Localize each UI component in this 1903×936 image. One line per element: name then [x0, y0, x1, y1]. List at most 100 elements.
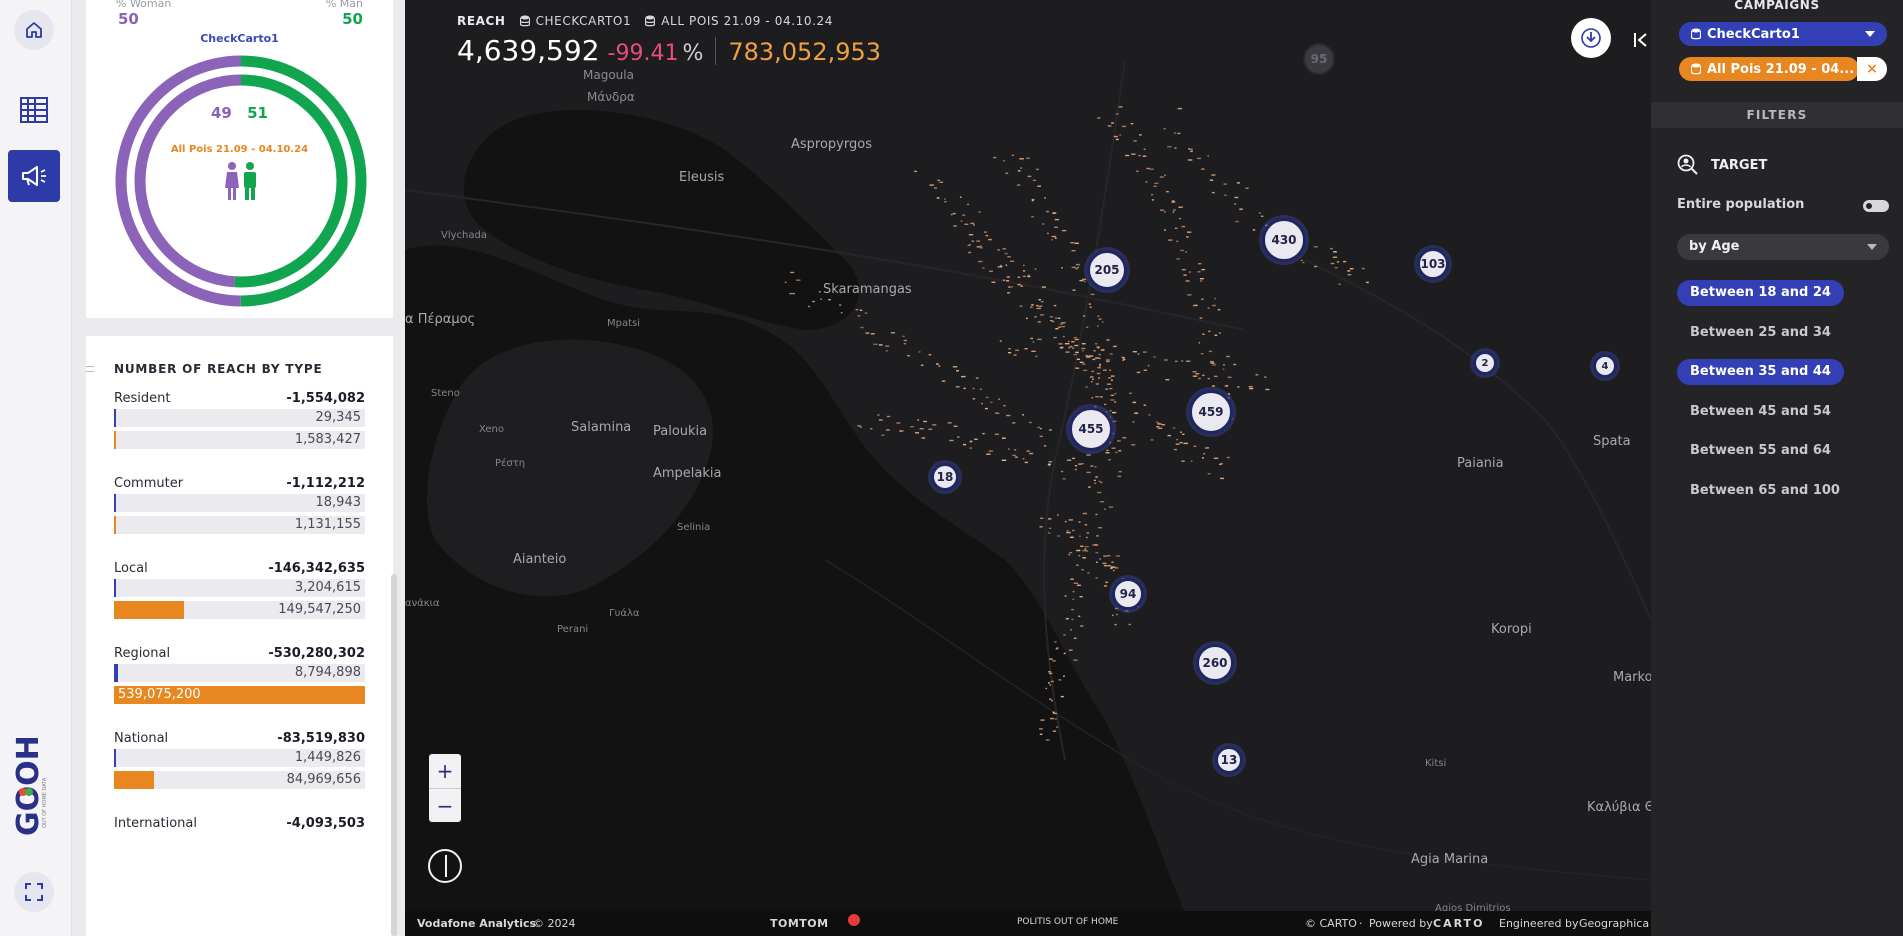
- poi-dot: [1070, 629, 1073, 631]
- panel-scrollbar[interactable]: [391, 574, 397, 936]
- poi-dot: [1129, 392, 1132, 394]
- collapse-panel-button[interactable]: [1623, 22, 1651, 58]
- poi-dot: [1054, 218, 1060, 221]
- poi-dot: [796, 279, 801, 281]
- vodafone-credit[interactable]: Vodafone Analytics: [417, 917, 536, 930]
- reach-type-name: National: [114, 731, 169, 746]
- poi-dot: [1082, 512, 1087, 515]
- poi-cluster[interactable]: 103: [1417, 248, 1449, 280]
- download-button[interactable]: [1571, 18, 1611, 58]
- poi-dot: [1047, 532, 1051, 534]
- poi-dot: [1039, 435, 1043, 438]
- campaigns-button[interactable]: [8, 150, 60, 202]
- age-option[interactable]: Between 18 and 24: [1677, 280, 1844, 306]
- poi-dot: [1073, 582, 1079, 584]
- poi-dot: [1059, 323, 1064, 325]
- poi-dot: [1362, 267, 1365, 270]
- target-type-select[interactable]: by Age: [1677, 234, 1889, 260]
- age-option[interactable]: Between 55 and 64: [1677, 438, 1844, 464]
- poi-set-pill[interactable]: All Pois 21.09 - 04...: [1679, 57, 1859, 81]
- poi-dot: [1172, 427, 1176, 429]
- geographica-credit[interactable]: Geographica: [1579, 917, 1649, 930]
- poi-dot: [1088, 486, 1091, 488]
- poi-cluster[interactable]: 455: [1069, 407, 1113, 451]
- remove-poi-button[interactable]: ×: [1857, 57, 1887, 81]
- fullscreen-button[interactable]: [14, 872, 54, 912]
- poi-dot: [1095, 343, 1098, 345]
- age-option[interactable]: Between 45 and 54: [1677, 399, 1844, 425]
- poi-dot: [1076, 584, 1081, 586]
- poi-dot: [1198, 377, 1201, 380]
- poi-dot: [1040, 300, 1044, 303]
- poi-dot: [1136, 371, 1141, 374]
- poi-cluster[interactable]: 95: [1303, 43, 1335, 75]
- poi-dot: [855, 309, 859, 311]
- poi-dot: [896, 422, 901, 424]
- campaigns-title: CAMPAIGNS: [1734, 0, 1820, 12]
- poi-dot: [1114, 392, 1117, 395]
- poi-cluster[interactable]: 18: [931, 463, 959, 491]
- home-button[interactable]: [8, 4, 60, 56]
- poi-dot: [1330, 247, 1333, 250]
- poi-dot: [1161, 424, 1165, 426]
- poi-dot: [1011, 154, 1014, 156]
- poi-dot: [1186, 231, 1192, 233]
- poi-dot: [1054, 226, 1058, 228]
- poi-dot: [1069, 536, 1074, 538]
- bar-fill: [114, 664, 118, 682]
- poi-dot: [1030, 306, 1033, 308]
- entire-population-toggle[interactable]: [1863, 200, 1889, 212]
- header-divider: [715, 36, 717, 65]
- map-view[interactable]: Magoula Μάνδρα Aspropyrgos Eleusis Vlychada S…: [405, 0, 1651, 936]
- poi-dot: [903, 339, 908, 342]
- poi-dot: [953, 225, 957, 227]
- poi-cluster[interactable]: 205: [1087, 250, 1127, 290]
- reach-type-total: -530,280,302: [268, 646, 365, 661]
- poi-dot: [1245, 187, 1249, 189]
- poi-cluster[interactable]: 4: [1593, 354, 1617, 378]
- poi-dot: [959, 196, 962, 198]
- poi-dot: [1082, 363, 1086, 365]
- compass-icon[interactable]: [428, 849, 462, 883]
- poi-dot: [1219, 332, 1221, 334]
- poi-cluster[interactable]: 94: [1112, 578, 1144, 610]
- place-label: Καλύβια Θ: [1587, 800, 1651, 815]
- poi-dot: [1089, 376, 1094, 378]
- poi-cluster[interactable]: 2: [1473, 351, 1497, 375]
- age-option[interactable]: Between 25 and 34: [1677, 320, 1844, 346]
- zoom-in-button[interactable]: +: [429, 754, 461, 788]
- poi-dot: [1226, 355, 1230, 358]
- poi-cluster[interactable]: 260: [1196, 644, 1234, 682]
- poi-dot: [1093, 350, 1096, 352]
- drag-handle-icon[interactable]: [86, 366, 94, 372]
- campaign-select[interactable]: CheckCarto1: [1679, 22, 1887, 46]
- age-option[interactable]: Between 35 and 44: [1677, 359, 1844, 385]
- poi-dot: [1106, 360, 1110, 363]
- carto-credit[interactable]: © CARTO: [1305, 917, 1357, 930]
- poi-dot: [1076, 564, 1079, 566]
- poi-cluster[interactable]: 13: [1215, 746, 1243, 774]
- reach-by-type-title: NUMBER OF REACH BY TYPE: [114, 362, 323, 376]
- zoom-out-button[interactable]: −: [429, 789, 461, 823]
- poi-dot: [1153, 356, 1156, 358]
- age-option[interactable]: Between 65 and 100: [1677, 478, 1853, 504]
- poi-dot: [1260, 215, 1264, 217]
- poi-dot: [1237, 386, 1240, 388]
- place-label: Skaramangas: [823, 282, 912, 297]
- poi-cluster[interactable]: 459: [1189, 390, 1233, 434]
- poi-dot: [1131, 444, 1136, 446]
- poi-dot: [915, 432, 919, 434]
- poi-dot: [1207, 155, 1209, 157]
- poi-dot: [1051, 700, 1053, 702]
- poi-cluster[interactable]: 430: [1262, 218, 1306, 262]
- poi-dot: [1095, 513, 1098, 516]
- dashboard-button[interactable]: [8, 84, 60, 136]
- poi-dot: [1148, 414, 1151, 416]
- poi-dot: [981, 402, 984, 405]
- collapse-icon: [1634, 33, 1647, 47]
- poi-dot: [1096, 535, 1099, 537]
- campaign-select-value: CheckCarto1: [1707, 26, 1800, 42]
- poi-dot: [972, 398, 976, 400]
- place-label: Agia Marina: [1411, 852, 1489, 867]
- poi-dot: [1013, 354, 1017, 356]
